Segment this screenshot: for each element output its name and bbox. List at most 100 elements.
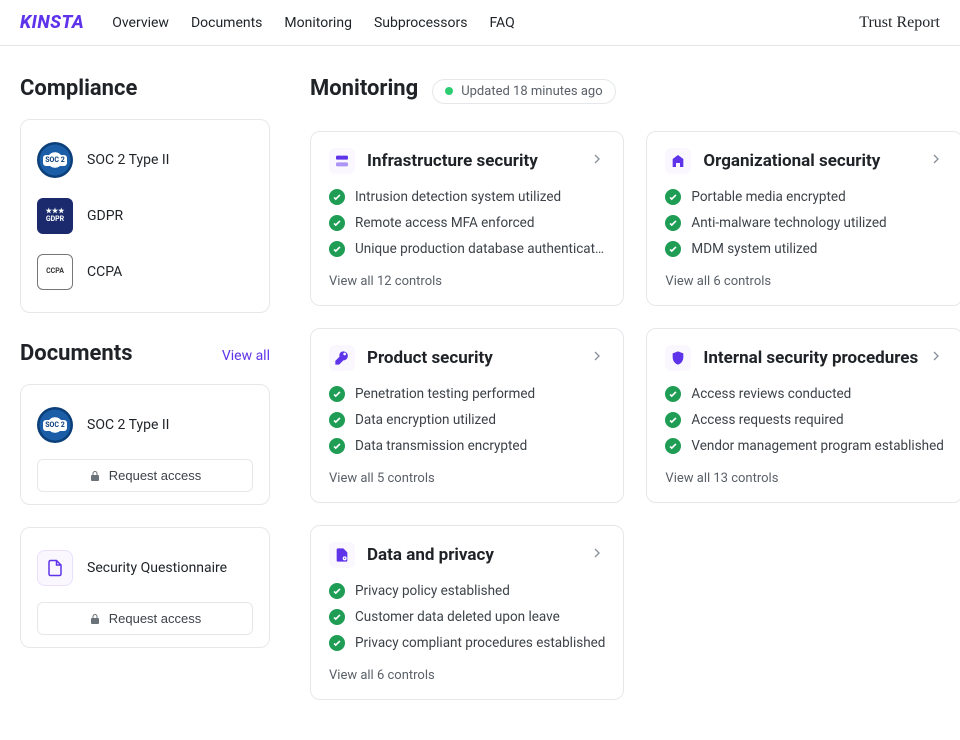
document-item-label: Security Questionnaire: [87, 560, 227, 576]
request-access-button[interactable]: Request access: [37, 602, 253, 635]
monitoring-card-header[interactable]: Data and privacy: [329, 542, 605, 568]
monitoring-card: Infrastructure security Intrusion detect…: [310, 131, 624, 306]
right-column: Monitoring Updated 18 minutes ago Infras…: [310, 70, 960, 700]
control-item: MDM system utilized: [665, 236, 943, 262]
control-label: Customer data deleted upon leave: [355, 609, 560, 625]
document-item[interactable]: SOC 2 SOC 2 Type II: [37, 397, 253, 453]
monitoring-card-title: Internal security procedures: [703, 348, 918, 368]
control-item: Anti-malware technology utilized: [665, 210, 943, 236]
doc-icon: [329, 542, 355, 568]
chevron-right-icon: [928, 348, 944, 368]
request-access-button[interactable]: Request access: [37, 459, 253, 492]
header: KINSTA Overview Documents Monitoring Sub…: [0, 0, 960, 46]
status-dot-icon: [445, 87, 453, 95]
nav-monitoring[interactable]: Monitoring: [284, 15, 352, 31]
compliance-title: Compliance: [20, 76, 270, 101]
control-item: Data transmission encrypted: [329, 433, 605, 459]
control-label: Remote access MFA enforced: [355, 215, 534, 231]
soc2-badge-icon: SOC 2: [37, 407, 73, 443]
lock-icon: [89, 470, 101, 482]
check-icon: [329, 215, 345, 231]
document-card-soc2: SOC 2 SOC 2 Type II Request access: [20, 384, 270, 505]
chevron-right-icon: [589, 348, 605, 368]
check-icon: [329, 635, 345, 651]
monitoring-updated-label: Updated 18 minutes ago: [461, 84, 602, 99]
control-item: Data encryption utilized: [329, 407, 605, 433]
monitoring-heading-row: Monitoring Updated 18 minutes ago: [310, 70, 960, 119]
control-label: Portable media encrypted: [691, 189, 845, 205]
control-label: MDM system utilized: [691, 241, 817, 257]
logo[interactable]: KINSTA: [20, 12, 84, 33]
view-all-controls-link[interactable]: View all 6 controls: [665, 274, 771, 289]
check-icon: [329, 609, 345, 625]
request-access-label: Request access: [109, 611, 202, 626]
compliance-item-label: CCPA: [87, 264, 122, 280]
monitoring-card-header[interactable]: Organizational security: [665, 148, 943, 174]
monitoring-card: Internal security procedures Access revi…: [646, 328, 960, 503]
monitoring-card-title: Organizational security: [703, 151, 880, 171]
documents-heading-row: Documents View all: [20, 335, 270, 384]
view-all-controls-link[interactable]: View all 13 controls: [665, 471, 778, 486]
key-icon: [329, 345, 355, 371]
monitoring-card: Data and privacy Privacy policy establis…: [310, 525, 624, 700]
check-icon: [665, 412, 681, 428]
trust-report-heading: Trust Report: [859, 14, 940, 32]
control-label: Unique production database authenticat…: [355, 241, 604, 257]
control-label: Privacy compliant procedures established: [355, 635, 605, 651]
control-label: Penetration testing performed: [355, 386, 535, 402]
control-item: Privacy compliant procedures established: [329, 630, 605, 656]
shield-icon: [665, 345, 691, 371]
ccpa-badge-icon: CCPA: [37, 254, 73, 290]
control-item: Access requests required: [665, 407, 943, 433]
document-item[interactable]: Security Questionnaire: [37, 540, 253, 596]
control-item: Portable media encrypted: [665, 184, 943, 210]
nav-faq[interactable]: FAQ: [489, 15, 514, 31]
control-item: Penetration testing performed: [329, 381, 605, 407]
view-all-controls-link[interactable]: View all 6 controls: [329, 668, 435, 683]
view-all-controls-link[interactable]: View all 12 controls: [329, 274, 442, 289]
view-all-controls-link[interactable]: View all 5 controls: [329, 471, 435, 486]
request-access-label: Request access: [109, 468, 202, 483]
check-icon: [329, 438, 345, 454]
lock-icon: [89, 613, 101, 625]
monitoring-card-header[interactable]: Product security: [329, 345, 605, 371]
document-item-label: SOC 2 Type II: [87, 417, 169, 433]
compliance-item-label: SOC 2 Type II: [87, 152, 169, 168]
control-label: Access reviews conducted: [691, 386, 851, 402]
header-left: KINSTA Overview Documents Monitoring Sub…: [20, 12, 515, 33]
monitoring-card-header[interactable]: Internal security procedures: [665, 345, 943, 371]
control-item: Access reviews conducted: [665, 381, 943, 407]
nav-overview[interactable]: Overview: [112, 15, 169, 31]
documents-view-all-link[interactable]: View all: [222, 348, 270, 364]
check-icon: [329, 583, 345, 599]
document-card-questionnaire: Security Questionnaire Request access: [20, 527, 270, 648]
control-label: Anti-malware technology utilized: [691, 215, 886, 231]
check-icon: [665, 189, 681, 205]
check-icon: [665, 215, 681, 231]
server-icon: [329, 148, 355, 174]
control-label: Data encryption utilized: [355, 412, 496, 428]
documents-title: Documents: [20, 341, 133, 366]
top-nav: Overview Documents Monitoring Subprocess…: [112, 15, 515, 31]
document-icon: [37, 550, 73, 586]
control-item: Unique production database authenticat…: [329, 236, 605, 262]
control-label: Privacy policy established: [355, 583, 510, 599]
control-label: Vendor management program established: [691, 438, 943, 454]
control-item: Customer data deleted upon leave: [329, 604, 605, 630]
monitoring-title: Monitoring: [310, 76, 418, 101]
compliance-item-ccpa[interactable]: CCPA CCPA: [37, 244, 253, 300]
control-label: Data transmission encrypted: [355, 438, 527, 454]
compliance-item-soc2[interactable]: SOC 2 SOC 2 Type II: [37, 132, 253, 188]
control-item: Intrusion detection system utilized: [329, 184, 605, 210]
monitoring-card-header[interactable]: Infrastructure security: [329, 148, 605, 174]
org-icon: [665, 148, 691, 174]
nav-subprocessors[interactable]: Subprocessors: [374, 15, 468, 31]
check-icon: [329, 189, 345, 205]
check-icon: [329, 386, 345, 402]
check-icon: [329, 412, 345, 428]
check-icon: [665, 386, 681, 402]
compliance-item-gdpr[interactable]: ★★★GDPR GDPR: [37, 188, 253, 244]
control-item: Vendor management program established: [665, 433, 943, 459]
control-label: Intrusion detection system utilized: [355, 189, 561, 205]
nav-documents[interactable]: Documents: [191, 15, 262, 31]
